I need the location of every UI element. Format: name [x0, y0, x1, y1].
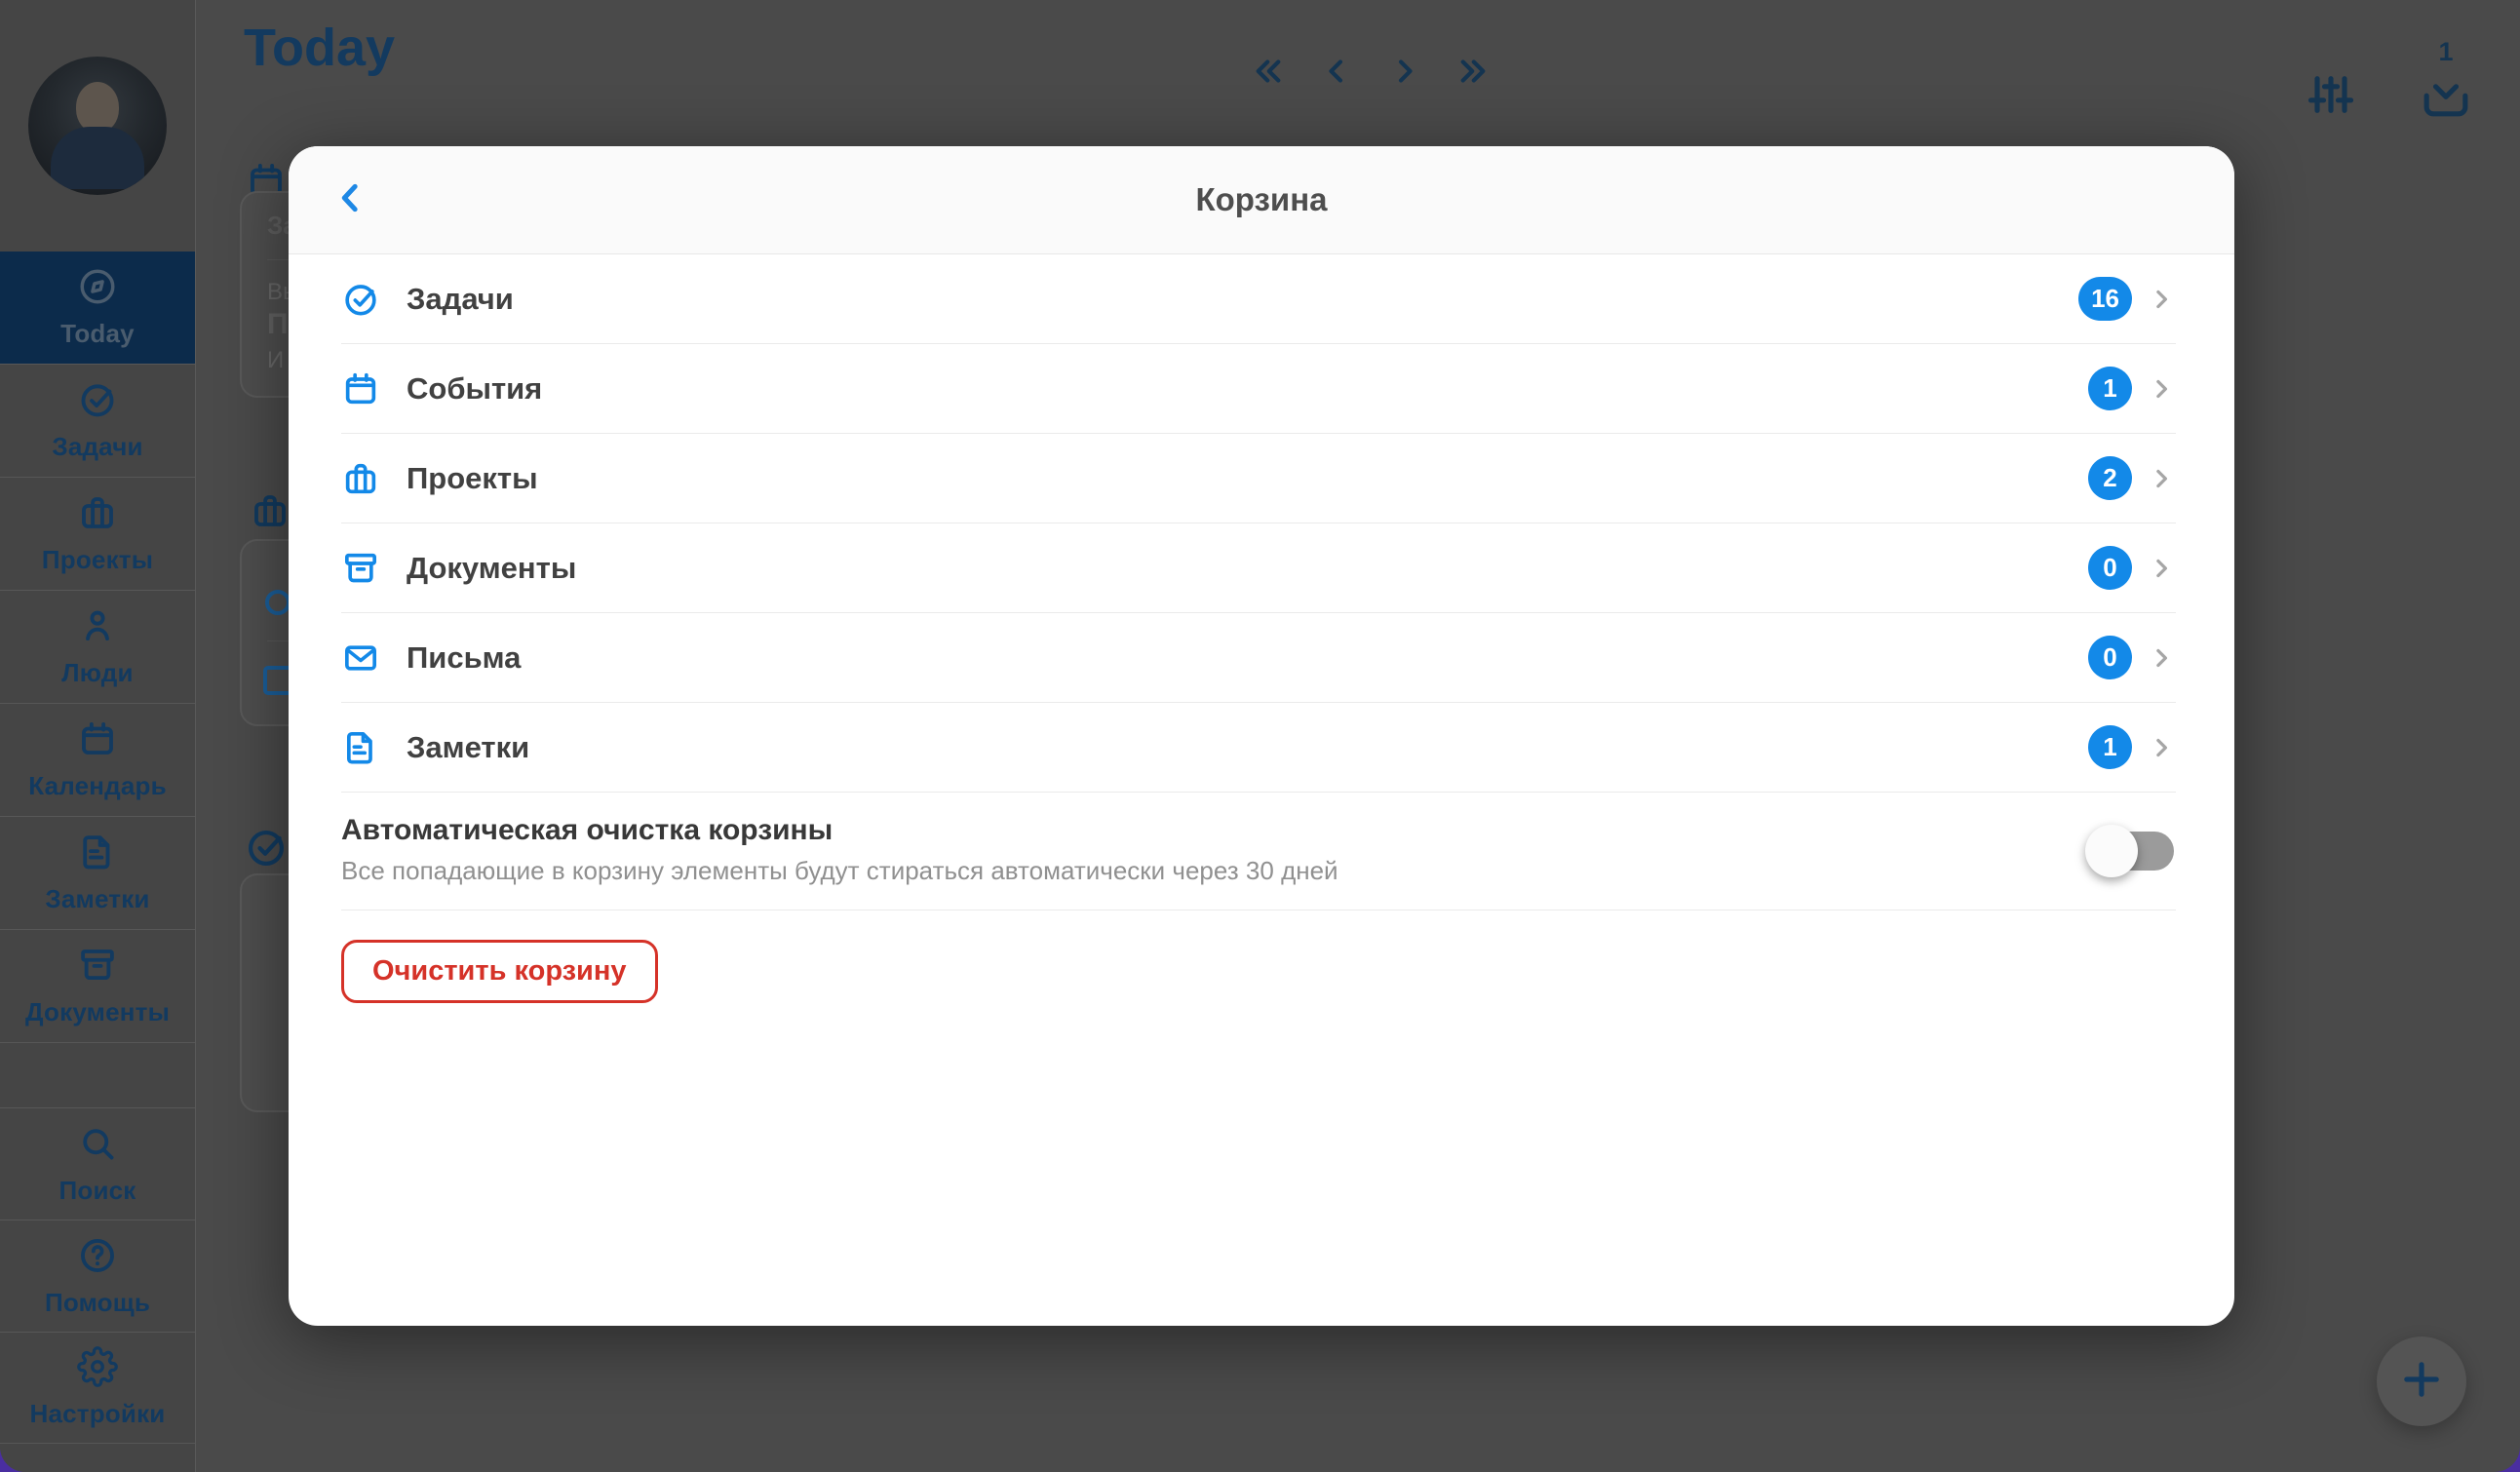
search-icon: [77, 1123, 118, 1169]
trash-row-documents[interactable]: Документы 0: [341, 523, 2176, 613]
card-shape-fragment: [265, 590, 291, 615]
last-page-button[interactable]: [1453, 51, 1493, 92]
briefcase-icon: [341, 459, 380, 498]
chevron-right-icon: [2147, 464, 2176, 493]
chevron-right-icon: [2147, 374, 2176, 404]
sidebar-item-notes[interactable]: Заметки: [0, 817, 195, 930]
first-page-button[interactable]: [1248, 51, 1289, 92]
add-button[interactable]: [2377, 1336, 2466, 1426]
calendar-icon: [77, 718, 118, 764]
sliders-icon: [2304, 67, 2358, 127]
help-icon: [77, 1235, 118, 1281]
modal-title: Корзина: [1196, 181, 1328, 218]
sidebar-item-label: Заметки: [45, 884, 149, 914]
sidebar-item-label: Настройки: [30, 1399, 166, 1429]
inbox-button[interactable]: 1: [2419, 39, 2473, 127]
trash-row-events[interactable]: События 1: [341, 344, 2176, 434]
sidebar-item-tasks[interactable]: Задачи: [0, 365, 195, 478]
auto-clean-section: Автоматическая очистка корзины Все попад…: [341, 793, 2176, 910]
calendar-icon: [341, 369, 380, 408]
count-badge: 2: [2088, 456, 2132, 500]
trash-row-notes[interactable]: Заметки 1: [341, 703, 2176, 793]
sidebar-item-help[interactable]: Помощь: [0, 1220, 195, 1332]
sidebar-item-label: Today: [60, 319, 135, 349]
archive-icon: [77, 945, 118, 990]
trash-modal: Корзина Задачи 16 События 1: [289, 146, 2234, 1326]
trash-row-tasks[interactable]: Задачи 16: [341, 254, 2176, 344]
archive-icon: [341, 549, 380, 588]
auto-clean-toggle[interactable]: [2090, 832, 2174, 871]
sidebar-item-settings[interactable]: Настройки: [0, 1332, 195, 1444]
avatar-silhouette-head: [76, 82, 119, 133]
note-icon: [341, 728, 380, 767]
row-label: Проекты: [407, 461, 538, 496]
row-label: События: [407, 371, 542, 407]
next-page-button[interactable]: [1384, 51, 1425, 92]
filter-button[interactable]: [2304, 67, 2358, 127]
sidebar-item-label: Проекты: [42, 545, 153, 575]
gear-icon: [77, 1346, 118, 1392]
chevron-right-icon: [2147, 285, 2176, 314]
chevron-left-icon: [331, 178, 370, 222]
sidebar-item-label: Документы: [25, 997, 170, 1027]
prev-page-button[interactable]: [1316, 51, 1357, 92]
avatar-wrap: [0, 0, 195, 252]
sidebar-footer: Поиск Помощь Настройки: [0, 1107, 195, 1444]
check-circle-icon: [244, 825, 289, 874]
avatar-silhouette-body: [51, 127, 144, 189]
row-label: Документы: [407, 551, 576, 586]
sidebar-item-search[interactable]: Поиск: [0, 1107, 195, 1220]
trash-list: Задачи 16 События 1: [289, 254, 2234, 1003]
row-label: Задачи: [407, 282, 514, 317]
chevron-right-icon: [2147, 554, 2176, 583]
count-badge: 0: [2088, 546, 2132, 590]
app-window: Today Задачи Проекты Люди Календарь: [0, 0, 2520, 1472]
avatar[interactable]: [28, 57, 167, 195]
chevron-right-icon: [2147, 733, 2176, 762]
sidebar: Today Задачи Проекты Люди Календарь: [0, 0, 196, 1472]
toggle-knob: [2085, 825, 2138, 877]
row-label: Заметки: [407, 730, 529, 765]
compass-icon: [77, 266, 118, 312]
card-text-fragment: И: [267, 347, 284, 374]
mail-icon: [341, 639, 380, 678]
inbox-badge: 1: [2438, 39, 2453, 65]
sidebar-item-projects[interactable]: Проекты: [0, 478, 195, 591]
sidebar-item-people[interactable]: Люди: [0, 591, 195, 704]
check-circle-icon: [77, 379, 118, 425]
back-button[interactable]: [328, 176, 374, 223]
briefcase-icon: [250, 490, 291, 536]
count-badge: 1: [2088, 367, 2132, 410]
date-pager: [1248, 51, 1493, 92]
auto-clean-description: Все попадающие в корзину элементы будут …: [341, 856, 2176, 886]
sidebar-item-documents[interactable]: Документы: [0, 930, 195, 1043]
auto-clean-title: Автоматическая очистка корзины: [341, 814, 2176, 847]
page-title: Today: [244, 18, 395, 78]
count-badge: 0: [2088, 636, 2132, 679]
sidebar-spacer: [0, 1043, 195, 1107]
sidebar-item-label: Люди: [61, 658, 133, 688]
chevron-right-icon: [2147, 643, 2176, 673]
sidebar-item-today[interactable]: Today: [0, 252, 195, 365]
sidebar-item-label: Задачи: [52, 432, 142, 462]
sidebar-item-label: Календарь: [28, 771, 167, 801]
person-icon: [77, 605, 118, 651]
card-text-fragment: П: [267, 308, 289, 341]
trash-row-mail[interactable]: Письма 0: [341, 613, 2176, 703]
sidebar-item-calendar[interactable]: Календарь: [0, 704, 195, 817]
sidebar-item-label: Помощь: [45, 1288, 150, 1318]
plus-icon: [2396, 1354, 2447, 1410]
topbar-actions: 1: [2304, 39, 2473, 127]
trash-row-projects[interactable]: Проекты 2: [341, 434, 2176, 523]
clear-trash-button[interactable]: Очистить корзину: [341, 940, 658, 1003]
row-label: Письма: [407, 640, 521, 676]
check-circle-icon: [341, 280, 380, 319]
note-icon: [77, 832, 118, 877]
count-badge: 16: [2078, 277, 2132, 321]
count-badge: 1: [2088, 725, 2132, 769]
sidebar-item-label: Поиск: [58, 1176, 136, 1206]
trash-modal-header: Корзина: [289, 146, 2234, 254]
briefcase-icon: [77, 492, 118, 538]
inbox-download-icon: [2419, 67, 2473, 127]
